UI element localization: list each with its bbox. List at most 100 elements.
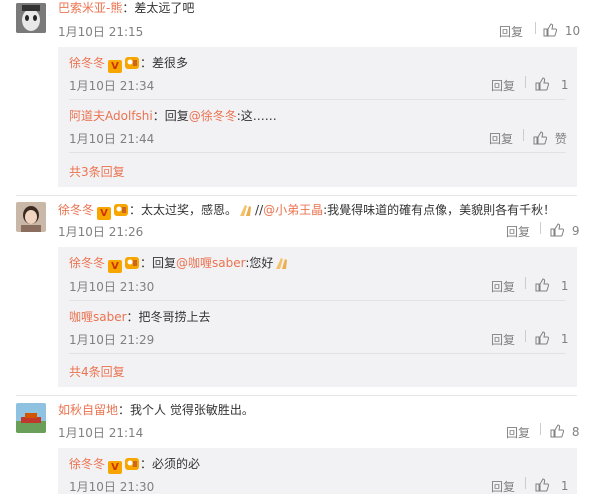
praying-hands-icon bbox=[276, 258, 288, 269]
reply-button[interactable]: 回复 bbox=[489, 130, 513, 147]
fan-badge-icon bbox=[114, 204, 129, 216]
comment-text: ：差太远了吧 bbox=[122, 1, 195, 15]
reply-username[interactable]: 阿道夫Adolfshi bbox=[69, 109, 153, 123]
avatar[interactable] bbox=[16, 3, 46, 33]
thumbs-up-icon bbox=[535, 331, 549, 345]
reply-body: 徐冬冬 V ：必须的必 bbox=[69, 456, 200, 474]
like-divider bbox=[529, 22, 536, 36]
divider bbox=[69, 152, 566, 153]
comment-body: 如秋自留地：我个人 觉得张敏胜出。 bbox=[58, 402, 254, 418]
reply-username[interactable]: 咖喱saber bbox=[69, 310, 127, 324]
reply-time: 1月10日 21:29 bbox=[69, 333, 155, 347]
like-divider bbox=[521, 76, 526, 90]
reply-text: ：回复 bbox=[152, 109, 189, 123]
comment-text: ：我个人 觉得张敏胜出。 bbox=[118, 403, 254, 417]
verified-icon: V bbox=[108, 60, 123, 73]
thumbs-up-icon bbox=[535, 478, 549, 492]
reply-button[interactable]: 回复 bbox=[499, 23, 523, 40]
more-replies-link[interactable]: 共4条回复 bbox=[69, 363, 125, 380]
fan-badge-icon bbox=[125, 458, 140, 470]
comment-username[interactable]: 如秋自留地 bbox=[58, 403, 118, 417]
reply-text: :这…… bbox=[236, 109, 277, 123]
like-count: 赞 bbox=[554, 132, 567, 146]
like-count: 9 bbox=[571, 224, 580, 238]
reply-body: 咖喱saber：把冬哥捞上去 bbox=[69, 309, 211, 325]
comment-divider bbox=[16, 395, 577, 396]
reply-text: :您好 bbox=[245, 256, 274, 270]
reply-body: 徐冬冬 V ：差很多 bbox=[69, 55, 188, 73]
avatar[interactable] bbox=[16, 403, 46, 433]
mention-link[interactable]: @徐冬冬 bbox=[189, 109, 237, 123]
verified-icon: V bbox=[108, 461, 123, 474]
reply-text: ：把冬哥捞上去 bbox=[126, 310, 211, 324]
like-button[interactable]: 1 bbox=[535, 77, 568, 92]
verified-icon: V bbox=[97, 207, 112, 220]
like-divider bbox=[519, 129, 524, 143]
thumbs-up-icon bbox=[550, 223, 564, 237]
like-divider bbox=[536, 222, 541, 236]
fan-badge-icon bbox=[125, 257, 140, 269]
like-count: 10 bbox=[564, 24, 581, 38]
reply-button[interactable]: 回复 bbox=[491, 278, 515, 295]
like-button[interactable]: 8 bbox=[550, 424, 579, 439]
avatar-image bbox=[16, 403, 46, 433]
like-divider bbox=[521, 277, 526, 291]
like-button[interactable]: 1 bbox=[535, 331, 568, 346]
comment-text: ：太太过奖，感恩。 bbox=[129, 203, 238, 217]
avatar-image bbox=[16, 3, 46, 33]
reply-body: 徐冬冬 V ：回复@咖喱saber:您好 bbox=[69, 255, 291, 273]
like-count: 1 bbox=[560, 332, 569, 346]
like-button[interactable]: 9 bbox=[550, 223, 579, 238]
reply-username[interactable]: 徐冬冬 bbox=[69, 457, 105, 471]
reply-username[interactable]: 徐冬冬 bbox=[69, 56, 105, 70]
mention-link[interactable]: @咖喱saber bbox=[176, 256, 245, 270]
reply-time: 1月10日 21:30 bbox=[69, 480, 155, 494]
comment-text: // bbox=[255, 203, 264, 217]
like-count: 1 bbox=[560, 78, 569, 92]
like-button[interactable]: 10 bbox=[543, 23, 580, 38]
comment-username[interactable]: 巴索米亚-熊 bbox=[58, 1, 122, 15]
reply-text: ：回复 bbox=[140, 256, 177, 270]
comment-time: 1月10日 21:14 bbox=[58, 426, 144, 440]
like-divider bbox=[521, 477, 526, 491]
comment-time: 1月10日 21:15 bbox=[58, 25, 144, 39]
divider bbox=[69, 353, 566, 354]
like-button[interactable]: 1 bbox=[535, 478, 568, 493]
divider bbox=[69, 300, 566, 301]
avatar[interactable] bbox=[16, 202, 46, 232]
reply-username[interactable]: 徐冬冬 bbox=[69, 256, 105, 270]
reply-time: 1月10日 21:30 bbox=[69, 280, 155, 294]
comment-text: :我覺得味道的確有点像，美貌則各有千秋！ bbox=[323, 203, 556, 217]
reply-button[interactable]: 回复 bbox=[506, 223, 530, 240]
like-count: 8 bbox=[571, 425, 580, 439]
reply-text: ：差很多 bbox=[140, 56, 189, 70]
thumbs-up-icon bbox=[543, 23, 557, 37]
comment-username[interactable]: 徐冬冬 bbox=[58, 203, 94, 217]
like-button[interactable]: 赞 bbox=[533, 130, 567, 147]
like-count: 1 bbox=[560, 479, 569, 493]
like-divider bbox=[536, 423, 541, 437]
comment-body: 巴索米亚-熊：差太远了吧 bbox=[58, 0, 194, 16]
like-button[interactable]: 1 bbox=[535, 278, 568, 293]
comment-divider bbox=[16, 195, 577, 196]
like-count: 1 bbox=[560, 279, 569, 293]
praying-hands-icon bbox=[240, 205, 252, 216]
reply-body: 阿道夫Adolfshi：回复@徐冬冬:这…… bbox=[69, 108, 277, 124]
reply-button[interactable]: 回复 bbox=[491, 331, 515, 348]
thumbs-up-icon bbox=[535, 77, 549, 91]
thumbs-up-icon bbox=[533, 131, 547, 145]
avatar-image bbox=[16, 202, 46, 232]
comment-time: 1月10日 21:26 bbox=[58, 225, 144, 239]
verified-icon: V bbox=[108, 260, 123, 273]
comment-body: 徐冬冬 V ：太太过奖，感恩。 //@小弟王晶:我覺得味道的確有点像，美貌則各有千秋！ bbox=[58, 202, 555, 220]
mention-link[interactable]: @小弟王晶 bbox=[263, 203, 323, 217]
reply-button[interactable]: 回复 bbox=[491, 77, 515, 94]
fan-badge-icon bbox=[125, 57, 140, 69]
reply-button[interactable]: 回复 bbox=[506, 424, 530, 441]
reply-time: 1月10日 21:34 bbox=[69, 79, 155, 93]
like-divider bbox=[521, 330, 526, 344]
reply-button[interactable]: 回复 bbox=[491, 478, 515, 495]
thumbs-up-icon bbox=[550, 424, 564, 438]
more-replies-link[interactable]: 共3条回复 bbox=[69, 163, 125, 180]
reply-text: ：必须的必 bbox=[140, 457, 201, 471]
